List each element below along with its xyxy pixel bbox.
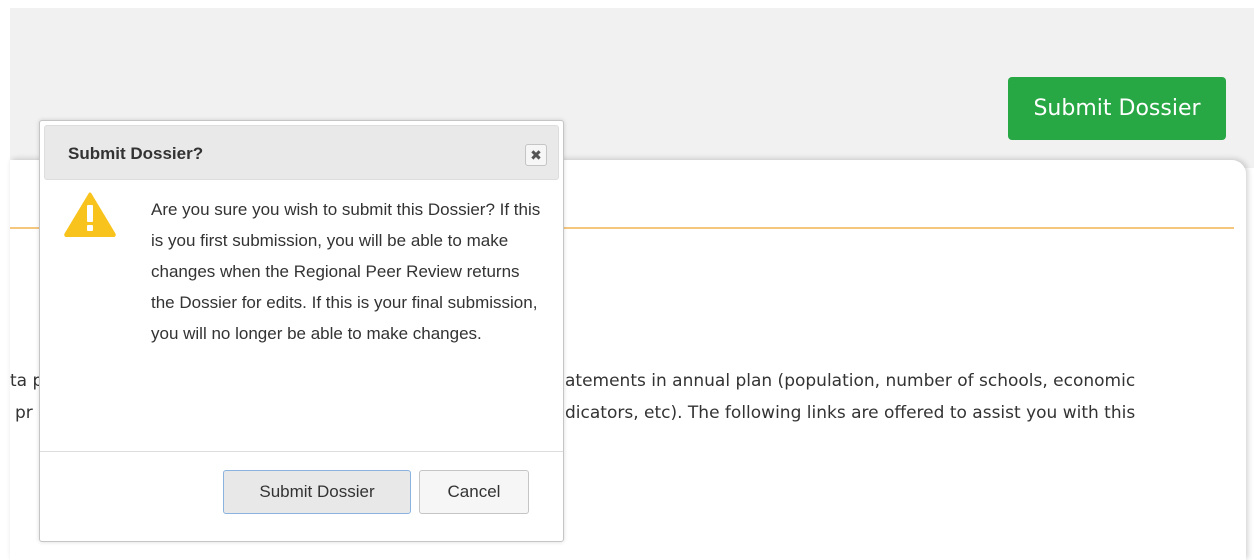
confirm-dialog: Submit Dossier? ✖ Are you sure you wish … <box>39 120 564 542</box>
body-text-line: dicators, etc). The following links are … <box>565 403 1136 423</box>
submit-dossier-button[interactable]: Submit Dossier <box>1008 77 1226 140</box>
warning-icon <box>64 192 116 237</box>
body-text-line: atements in annual plan (population, num… <box>565 371 1136 391</box>
cancel-button[interactable]: Cancel <box>419 470 529 514</box>
dialog-header: Submit Dossier? ✖ <box>44 125 559 180</box>
dialog-title: Submit Dossier? <box>68 144 204 163</box>
dialog-message: Are you sure you wish to submit this Dos… <box>151 200 541 343</box>
dialog-divider <box>40 451 563 452</box>
body-text-fragment: pr <box>15 403 33 423</box>
confirm-submit-button[interactable]: Submit Dossier <box>223 470 411 514</box>
close-icon[interactable]: ✖ <box>525 144 547 166</box>
